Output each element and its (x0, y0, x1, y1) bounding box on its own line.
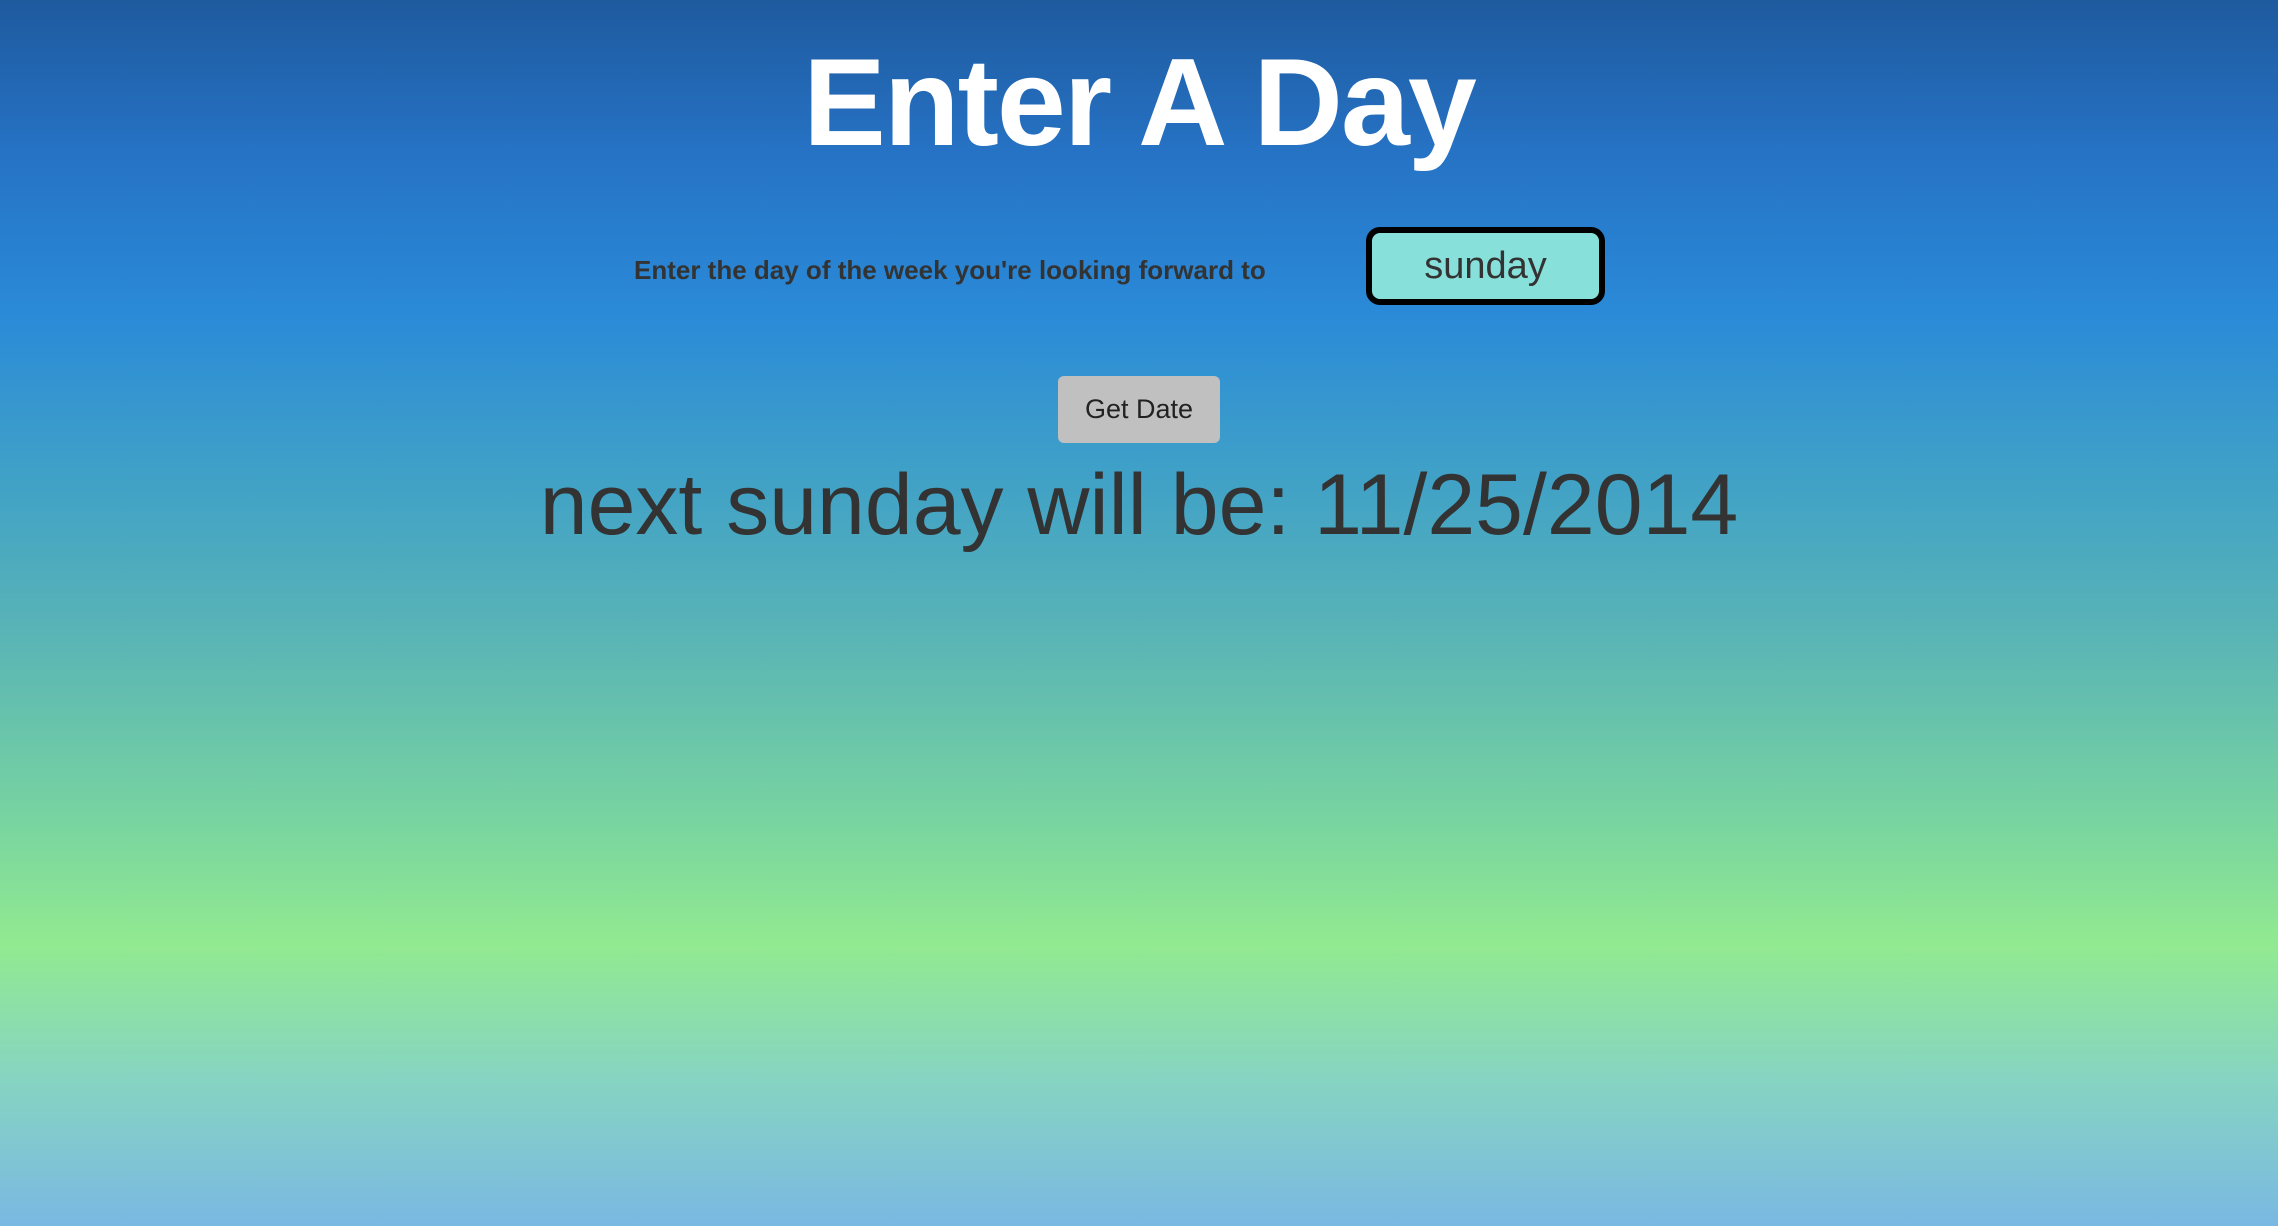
day-input[interactable] (1366, 227, 1605, 305)
result-text: next sunday will be: 11/25/2014 (539, 457, 1739, 553)
page-title: Enter A Day (803, 34, 1477, 172)
get-date-button[interactable]: Get Date (1058, 376, 1220, 443)
day-input-label: Enter the day of the week you're looking… (634, 255, 1266, 285)
